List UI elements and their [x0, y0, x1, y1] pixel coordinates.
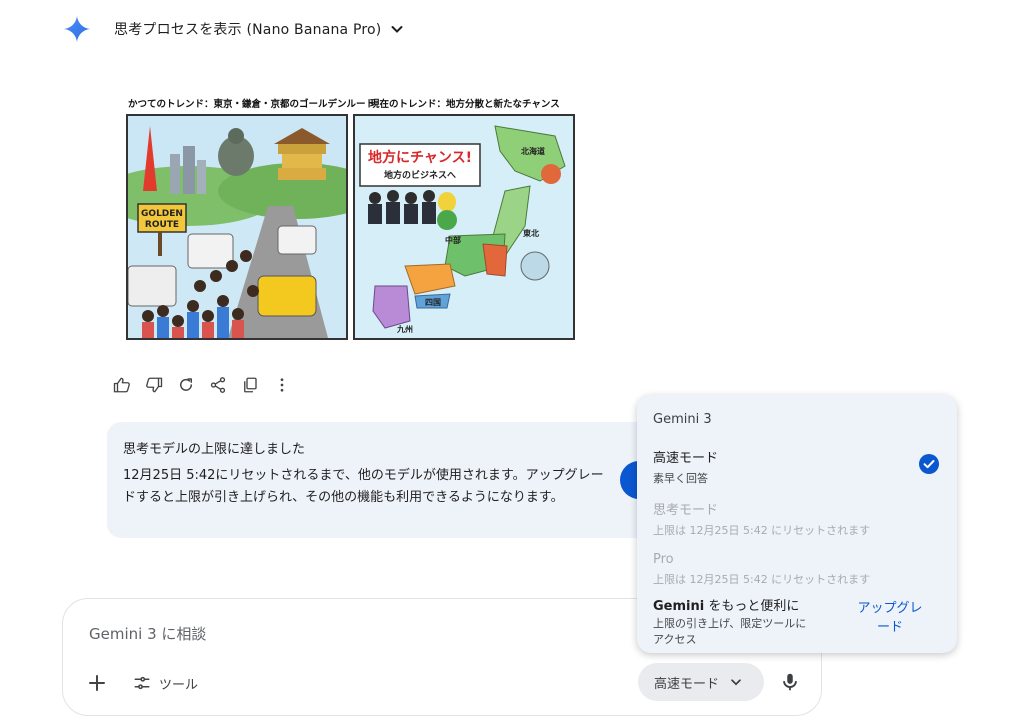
- chevron-down-icon[interactable]: [389, 21, 405, 37]
- promo-title: Gemini をもっと便利に: [653, 599, 800, 614]
- mascot: [438, 192, 456, 212]
- option-title: 思考モード: [653, 503, 719, 518]
- option-desc: 素早く回答: [653, 472, 708, 485]
- copy-button[interactable]: [240, 375, 260, 395]
- dropdown-heading: Gemini 3: [653, 412, 712, 427]
- model-mode-selector[interactable]: 高速モード: [638, 663, 764, 701]
- tools-button[interactable]: ツール: [133, 671, 198, 695]
- japan-map-scene: 地方にチャンス! 地方のビジネスへ 北海道 東北 中部 四国 九州: [355, 116, 573, 338]
- golden-pavilion: [278, 144, 326, 154]
- svg-text:地方のビジネスへ: 地方のビジネスへ: [384, 169, 456, 181]
- gemini-spark-icon: [64, 16, 90, 42]
- option-title: Pro: [653, 552, 674, 567]
- upgrade-promo: Gemini をもっと便利に 上限の引き上げ、限定ツールにアクセス: [653, 595, 813, 648]
- left-panel-caption: かつてのトレンド：東京・鎌倉・京都のゴールデンルート: [128, 99, 376, 110]
- svg-text:四国: 四国: [425, 297, 441, 307]
- regenerate-button[interactable]: [176, 375, 196, 395]
- svg-text:GOLDEN: GOLDEN: [141, 209, 183, 219]
- thumbs-up-button[interactable]: [112, 375, 132, 395]
- right-panel-caption: 現在のトレンド：地方分散と新たなチャンス: [370, 99, 560, 110]
- mode-selector-label: 高速モード: [654, 676, 720, 692]
- response-actions: [112, 375, 292, 395]
- golden-route-scene: GOLDEN ROUTE: [128, 116, 346, 338]
- show-thinking-title[interactable]: 思考プロセスを表示 (Nano Banana Pro): [114, 19, 381, 39]
- more-options-button[interactable]: [272, 375, 292, 395]
- model-option-thinking[interactable]: 思考モード 上限は 12月25日 5:42 にリセットされます: [653, 499, 943, 538]
- prompt-input[interactable]: Gemini 3 に相談: [89, 623, 206, 644]
- thumbs-up-icon: [113, 377, 130, 393]
- model-dropdown-menu: Gemini 3 高速モード 素早く回答 思考モード 上限は 12月25日 5:…: [637, 395, 957, 653]
- regional-chance-panel: 地方にチャンス! 地方のビジネスへ 北海道 東北 中部 四国 九州: [353, 114, 575, 340]
- tools-label: ツール: [159, 677, 199, 693]
- svg-text:ROUTE: ROUTE: [145, 220, 179, 230]
- copy-icon: [244, 377, 257, 393]
- golden-route-panel: GOLDEN ROUTE: [126, 114, 348, 340]
- option-desc: 上限は 12月25日 5:42 にリセットされます: [653, 573, 871, 586]
- refresh-icon: [180, 378, 192, 391]
- thumbs-down-icon: [146, 377, 163, 393]
- yellow-bus: [257, 275, 317, 317]
- svg-text:東北: 東北: [523, 228, 539, 238]
- svg-text:北海道: 北海道: [521, 146, 545, 156]
- share-button[interactable]: [208, 375, 228, 395]
- tour-bus: [187, 233, 234, 269]
- tools-sliders-icon: [134, 676, 150, 690]
- chevron-down-icon: [731, 679, 741, 686]
- generated-image[interactable]: かつてのトレンド：東京・鎌倉・京都のゴールデンルート 現在のトレンド：地方分散と…: [124, 96, 576, 342]
- model-limit-notice: 思考モデルの上限に達しました 12月25日 5:42にリセットされるまで、他のモ…: [107, 422, 667, 538]
- svg-text:地方にチャンス!: 地方にチャンス!: [368, 149, 472, 166]
- limit-notice-title: 思考モデルの上限に達しました: [123, 442, 306, 457]
- model-option-fast[interactable]: 高速モード 素早く回答: [653, 447, 943, 486]
- selected-check-icon: [919, 454, 939, 474]
- upgrade-link[interactable]: アップグレード: [853, 599, 927, 637]
- model-option-pro[interactable]: Pro 上限は 12月25日 5:42 にリセットされます: [653, 552, 943, 587]
- limit-notice-body: 12月25日 5:42にリセットされるまで、他のモデルが使用されます。アップグレ…: [123, 468, 604, 505]
- add-attachment-button[interactable]: [85, 671, 109, 695]
- svg-text:九州: 九州: [396, 324, 413, 334]
- plus-icon: [89, 675, 105, 691]
- share-icon: [210, 377, 226, 393]
- option-title: 高速モード: [653, 451, 719, 466]
- more-vertical-icon: [280, 378, 284, 392]
- thumbs-down-button[interactable]: [144, 375, 164, 395]
- response-header: 思考プロセスを表示 (Nano Banana Pro): [64, 14, 405, 44]
- onsen: [520, 251, 550, 281]
- option-desc: 上限は 12月25日 5:42 にリセットされます: [653, 524, 871, 537]
- promo-description: 上限の引き上げ、限定ツールにアクセス: [653, 617, 807, 646]
- microphone-icon[interactable]: [779, 671, 801, 693]
- svg-text:中部: 中部: [445, 235, 461, 245]
